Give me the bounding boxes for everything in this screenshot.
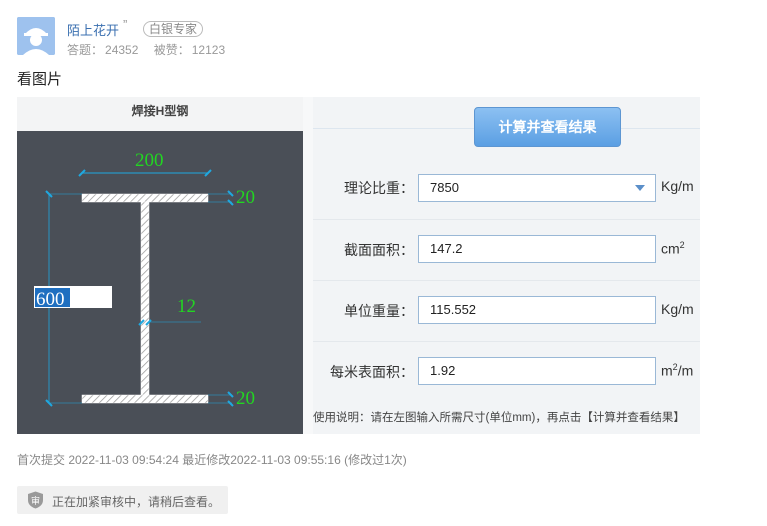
section-area-field[interactable]: 147.2 [418,235,656,263]
surface-area-unit: m2/m [661,362,694,379]
top-flange [81,193,209,203]
web [140,201,150,396]
answers-label: 答题： [67,43,104,57]
web-thickness-label[interactable]: 12 [177,296,196,317]
section-area-value: 147.2 [430,241,463,256]
width-dimension-label[interactable]: 200 [135,150,164,171]
section-area-label: 截面面积： [344,242,414,258]
svg-text:审: 审 [31,495,40,507]
row-divider [313,280,700,281]
quote-mark: ” [123,17,128,32]
unit-weight-unit: Kg/m [661,301,694,317]
unit-weight-value: 115.552 [430,302,477,317]
answers-count: 24352 [105,43,139,57]
bottom-flange-thickness-label[interactable]: 20 [236,388,255,409]
top-flange-thickness-label[interactable]: 20 [236,187,255,208]
edit-timestamps: 首次提交 2022-11-03 09:54:24 最近修改2022-11-03 … [17,453,407,467]
usage-instructions: 使用说明：请在左图输入所需尺寸(单位mm)，再点击【计算并查看结果】 [313,412,685,424]
h-beam-diagram: 200 20 12 20 600 [34,150,255,409]
username-link[interactable]: 陌上花开 [67,20,119,39]
h-beam-drawing: 200 20 12 20 600 [17,131,303,434]
surface-area-field[interactable]: 1.92 [418,357,656,385]
section-area-unit: cm2 [661,240,685,257]
bottom-flange [81,394,209,404]
answer-text: 看图片 [17,71,63,88]
steel-calculator: 焊接H型钢 200 20 12 20 600 计算并查看结果 理论比重： 785… [17,97,700,434]
surface-area-label: 每米表面积： [330,364,414,380]
calculate-button[interactable]: 计算并查看结果 [474,107,621,147]
rank-badge: 白银专家 [143,21,204,37]
section-title: 焊接H型钢 [17,97,303,131]
chevron-down-icon[interactable] [635,185,645,191]
likes-label: 被赞： [153,43,190,57]
review-notice-text: 正在加紧审核中，请稍后查看。 [52,495,221,509]
density-label: 理论比重： [344,180,414,196]
unit-weight-field[interactable]: 115.552 [418,296,656,324]
density-unit: Kg/m [661,178,694,194]
user-avatar-icon [17,17,55,55]
density-value: 7850 [430,180,459,195]
density-select[interactable]: 7850 [418,174,656,202]
calculator-form: 计算并查看结果 理论比重： 7850 Kg/m 截面面积： 147.2 cm2 … [313,97,700,434]
likes-count: 12123 [191,43,226,57]
review-notice: 审 正在加紧审核中，请稍后查看。 [17,486,228,514]
shield-icon: 审 [28,491,43,509]
unit-weight-label: 单位重量： [344,303,414,319]
surface-area-value: 1.92 [430,363,456,378]
height-input-value: 600 [36,289,65,310]
user-stats: 答题： 24352 被赞： 12123 [67,41,227,58]
row-divider [313,219,700,220]
row-divider [313,341,700,342]
avatar[interactable] [17,17,55,55]
